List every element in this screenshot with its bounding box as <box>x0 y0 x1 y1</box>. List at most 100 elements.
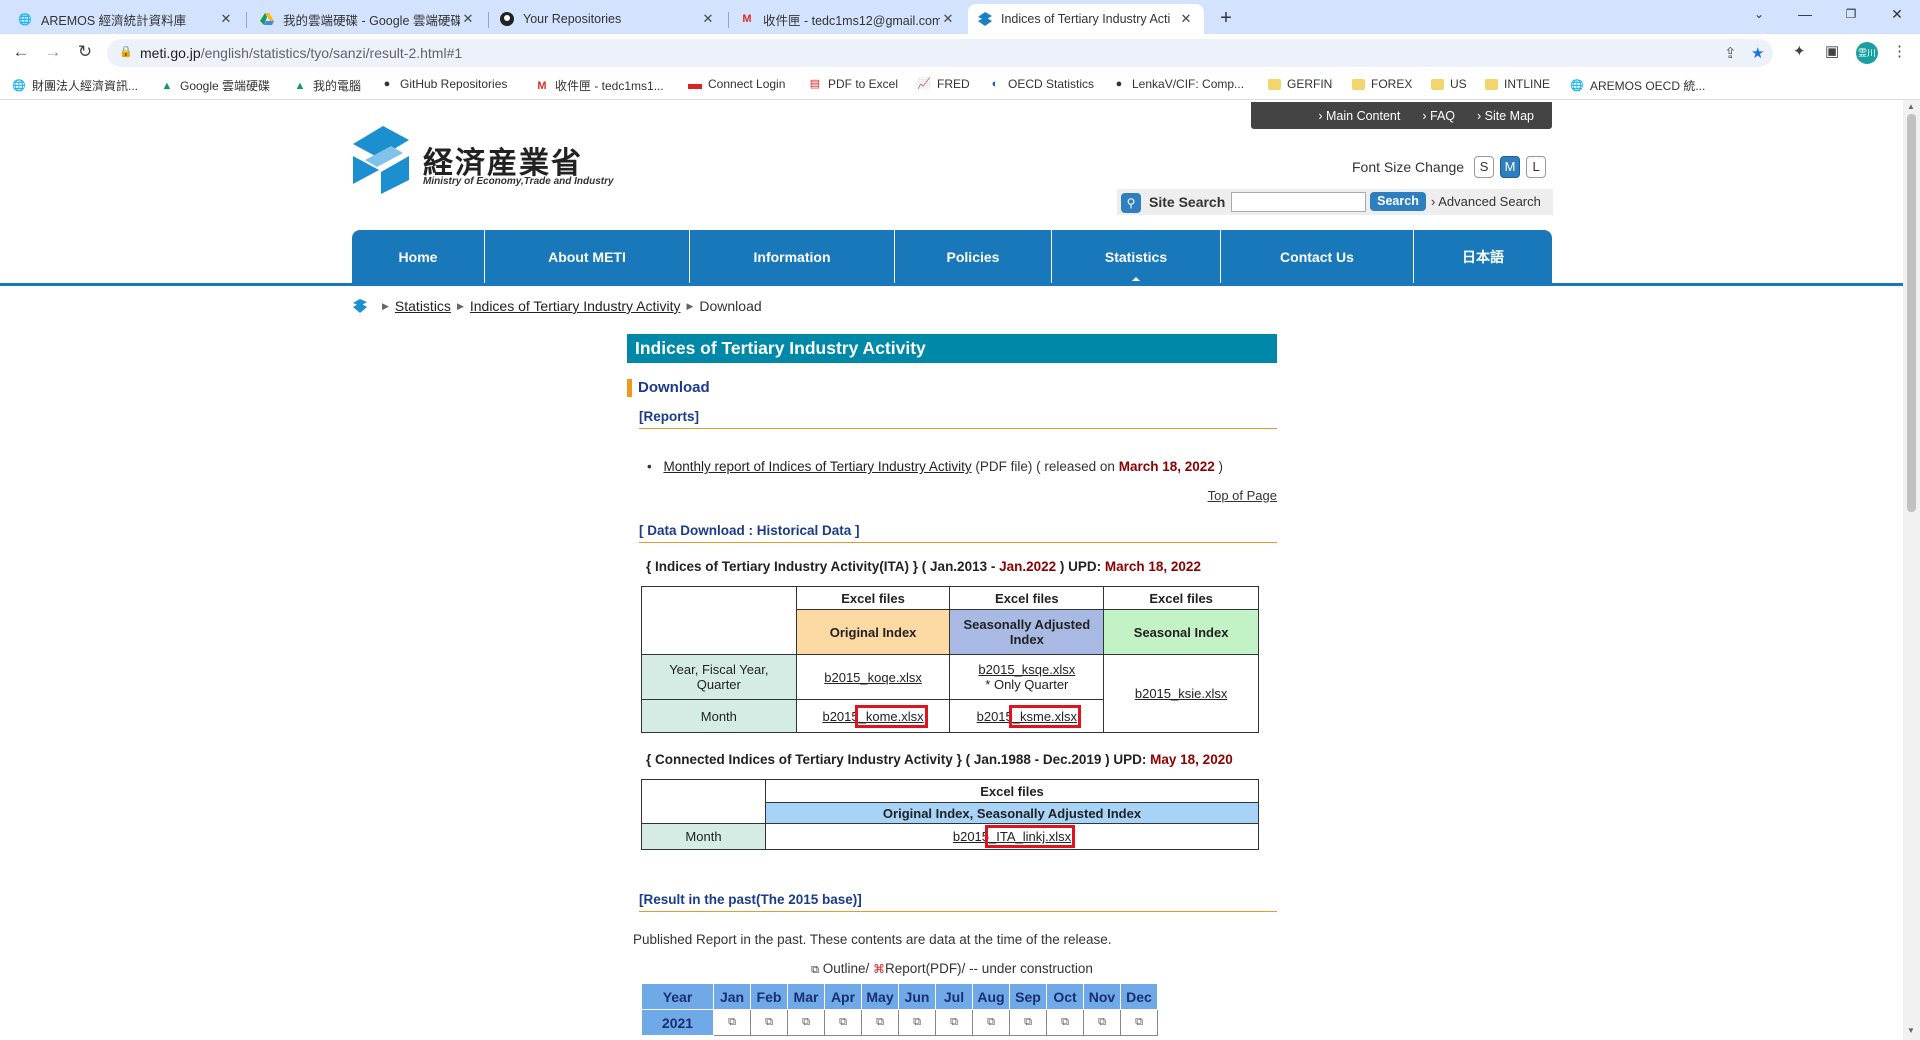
folder-icon <box>1352 78 1365 90</box>
nav-statistics[interactable]: Statistics <box>1052 230 1221 283</box>
scrollbar-thumb[interactable] <box>1907 114 1916 512</box>
tab-title: Your Repositories <box>523 12 622 26</box>
close-tab-icon[interactable]: ✕ <box>218 11 234 27</box>
url-text: meti.go.jp/english/statistics/tyo/sanzi/… <box>140 45 463 61</box>
bookmark-star-icon[interactable]: ★ <box>1751 44 1764 62</box>
reports-heading: [Reports] <box>639 409 1277 429</box>
bookmark-item[interactable]: ▲ 我的電腦 <box>293 77 361 94</box>
outline-link-icon[interactable]: ⧉ <box>1009 1009 1047 1036</box>
ksme-xlsx-link[interactable]: b2015_ksme.xlsx <box>977 704 1082 728</box>
outline-link-icon[interactable]: ⧉ <box>787 1009 825 1036</box>
monthly-report-link[interactable]: Monthly report of Indices of Tertiary In… <box>664 459 972 474</box>
close-tab-icon[interactable]: ✕ <box>940 11 956 27</box>
folder-icon <box>1485 78 1498 90</box>
tab-search-icon[interactable]: ⌄ <box>1736 0 1782 30</box>
main-content-link[interactable]: › Main Content <box>1318 109 1400 123</box>
bookmark-item[interactable]: 🌐 AREMOS OECD 統... <box>1570 77 1705 94</box>
scroll-up-icon[interactable]: ▲ <box>1907 102 1915 111</box>
outline-link-icon[interactable]: ⧉ <box>750 1009 788 1036</box>
report-list-item: Monthly report of Indices of Tertiary In… <box>647 459 1277 474</box>
font-size-large-button[interactable]: L <box>1526 156 1547 178</box>
browser-tab-active[interactable]: Indices of Tertiary Industry Acti ✕ <box>968 4 1204 34</box>
globe-icon: 🌐 <box>18 13 32 26</box>
search-button[interactable]: Search <box>1370 192 1426 211</box>
browser-tab[interactable]: 我的雲端硬碟 - Google 雲端硬碟 ✕ <box>250 4 486 34</box>
browser-tab[interactable]: Your Repositories ✕ <box>490 4 726 34</box>
table-corner <box>641 586 797 655</box>
side-panel-icon[interactable]: ▣ <box>1825 42 1839 60</box>
kome-xlsx-link[interactable]: b2015_kome.xlsx <box>822 704 928 728</box>
breadcrumb-statistics[interactable]: Statistics <box>395 298 451 314</box>
bookmark-item[interactable]: 🌐 財團法人經濟資訊... <box>12 77 138 94</box>
font-size-small-button[interactable]: S <box>1474 156 1495 178</box>
back-icon[interactable]: ← <box>8 39 34 65</box>
outline-link-icon[interactable]: ⧉ <box>861 1009 899 1036</box>
close-tab-icon[interactable]: ✕ <box>1178 11 1194 27</box>
bookmark-item[interactable]: FOREX <box>1352 77 1412 91</box>
meti-logo[interactable]: 経済産業省 Ministry of Economy,Trade and Indu… <box>351 126 614 196</box>
highlight-box: _ksme.xlsx <box>1008 704 1082 728</box>
folder-icon <box>1268 78 1281 90</box>
share-icon[interactable]: ⇪ <box>1724 44 1737 62</box>
past-results-heading: [Result in the past(The 2015 base)] <box>639 892 1277 912</box>
site-map-link[interactable]: › Site Map <box>1477 109 1534 123</box>
outline-link-icon[interactable]: ⧉ <box>935 1009 973 1036</box>
restore-button[interactable]: ❐ <box>1828 0 1874 30</box>
ita-linkj-xlsx-link[interactable]: b2015_ITA_linkj.xlsx <box>953 825 1076 848</box>
close-window-button[interactable]: ✕ <box>1874 0 1920 30</box>
new-tab-button[interactable]: + <box>1213 6 1239 32</box>
close-tab-icon[interactable]: ✕ <box>700 11 716 27</box>
scroll-down-icon[interactable]: ▼ <box>1907 1026 1915 1035</box>
reload-icon[interactable]: ↻ <box>72 39 98 65</box>
nav-policies[interactable]: Policies <box>895 230 1052 283</box>
bookmark-item[interactable]: US <box>1431 77 1467 91</box>
browser-toolbar: ← → ↻ 🔒 meti.go.jp/english/statistics/ty… <box>0 34 1920 70</box>
outline-link-icon[interactable]: ⧉ <box>1083 1009 1121 1036</box>
search-input[interactable] <box>1231 192 1366 212</box>
koqe-xlsx-link[interactable]: b2015_koqe.xlsx <box>824 670 922 685</box>
nav-information[interactable]: Information <box>690 230 895 283</box>
font-size-label: Font Size Change <box>1352 159 1465 175</box>
nav-about-meti[interactable]: About METI <box>485 230 690 283</box>
bookmark-item[interactable]: ▤ PDF to Excel <box>808 77 898 91</box>
bookmark-item[interactable]: ▲ Google 雲端硬碟 <box>160 77 270 94</box>
outline-link-icon[interactable]: ⧉ <box>824 1009 862 1036</box>
advanced-search-link[interactable]: › Advanced Search <box>1431 194 1541 209</box>
extensions-icon[interactable]: ✦ <box>1793 42 1806 60</box>
ksie-xlsx-link[interactable]: b2015_ksie.xlsx <box>1135 686 1228 701</box>
outline-link-icon[interactable]: ⧉ <box>1046 1009 1084 1036</box>
outline-link-icon[interactable]: ⧉ <box>1120 1009 1158 1036</box>
bookmark-item[interactable]: ● LenkaV/CIF: Comp... <box>1112 77 1244 91</box>
font-size-medium-button[interactable]: M <box>1500 156 1521 178</box>
menu-icon[interactable]: ⋮ <box>1892 42 1907 60</box>
profile-avatar[interactable]: 霊川 <box>1856 42 1878 64</box>
browser-tab[interactable]: M 收件匣 - tedc1ms12@gmail.com ✕ <box>730 4 966 34</box>
nav-japanese[interactable]: 日本語 <box>1414 230 1552 283</box>
bookmark-item[interactable]: INTLINE <box>1485 77 1550 91</box>
forward-icon[interactable]: → <box>40 39 66 65</box>
ksqe-xlsx-link[interactable]: b2015_ksqe.xlsx <box>978 662 1075 677</box>
minimize-button[interactable]: — <box>1782 0 1828 30</box>
vertical-scrollbar[interactable]: ▲ ▼ <box>1903 100 1920 1040</box>
outline-link-icon[interactable]: ⧉ <box>713 1009 751 1036</box>
bookmark-item[interactable]: ◐ OECD Statistics <box>988 77 1094 91</box>
close-tab-icon[interactable]: ✕ <box>460 11 476 27</box>
faq-link[interactable]: › FAQ <box>1422 109 1455 123</box>
bookmark-item[interactable]: 📈 FRED <box>917 77 970 91</box>
address-bar[interactable]: 🔒 meti.go.jp/english/statistics/tyo/sanz… <box>107 39 1773 67</box>
breadcrumb-tertiary-industry[interactable]: Indices of Tertiary Industry Activity <box>470 298 681 314</box>
nav-home[interactable]: Home <box>352 230 485 283</box>
nav-contact-us[interactable]: Contact Us <box>1221 230 1414 283</box>
bookmark-item[interactable]: GERFIN <box>1268 77 1332 91</box>
top-of-page-link[interactable]: Top of Page <box>627 488 1277 503</box>
past-results-text: Published Report in the past. These cont… <box>633 932 1112 947</box>
bookmark-item[interactable]: Connect Login <box>688 77 785 91</box>
home-icon[interactable] <box>352 298 368 314</box>
outline-link-icon[interactable]: ⧉ <box>898 1009 936 1036</box>
outline-link-icon[interactable]: ⧉ <box>972 1009 1010 1036</box>
bookmark-item[interactable]: ● GitHub Repositories <box>380 77 508 91</box>
bookmark-item[interactable]: M 收件匣 - tedc1ms1... <box>535 77 663 94</box>
browser-tab[interactable]: 🌐 AREMOS 經濟統計資料庫 ✕ <box>8 4 244 34</box>
logo-english-text: Ministry of Economy,Trade and Industry <box>423 176 614 187</box>
historical-data-heading: [ Data Download : Historical Data ] <box>639 523 1277 543</box>
